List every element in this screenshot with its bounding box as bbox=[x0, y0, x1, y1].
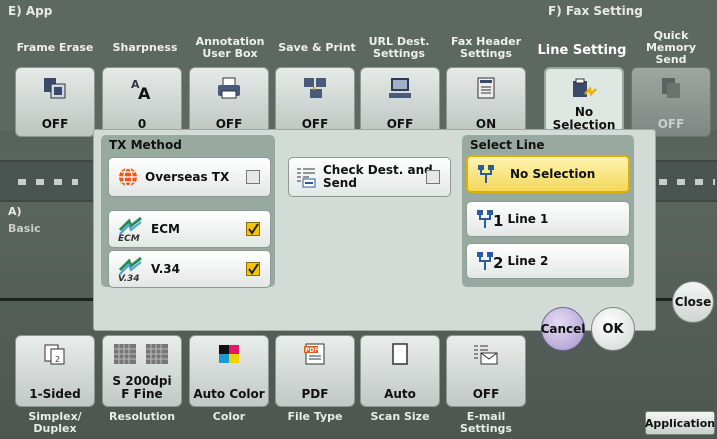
sharpness-icon: AA bbox=[128, 74, 156, 102]
file-type-value: PDF bbox=[301, 387, 329, 401]
check-dest-send-button[interactable]: Check Dest. and Send bbox=[288, 157, 451, 197]
quick-memory-value: OFF bbox=[657, 117, 685, 131]
line-2-subscript: 2 bbox=[493, 254, 504, 272]
line-icon bbox=[476, 163, 496, 185]
globe-icon bbox=[117, 166, 139, 188]
scan-size-button[interactable]: Auto bbox=[360, 335, 440, 407]
v34-label: V.34 bbox=[151, 262, 180, 276]
v34-checkbox[interactable] bbox=[246, 262, 260, 276]
select-line-label: Select Line bbox=[470, 138, 545, 152]
check-dest-label: Check Dest. and Send bbox=[323, 163, 433, 190]
frame-erase-icon bbox=[41, 74, 69, 102]
annotation-user-box-button[interactable]: OFF bbox=[189, 67, 269, 137]
tx-method-label: TX Method bbox=[109, 138, 182, 152]
tab-fax-header-label: Fax Header Settings bbox=[450, 35, 522, 60]
overseas-tx-label: Overseas TX bbox=[145, 170, 230, 184]
scan-size-icon bbox=[387, 342, 413, 370]
simplex-duplex-label: Simplex/ Duplex bbox=[28, 410, 82, 435]
resolution-label: Resolution bbox=[108, 410, 176, 423]
color-button[interactable]: Auto Color bbox=[189, 335, 269, 407]
fax-line-icon bbox=[570, 75, 598, 103]
ok-button[interactable]: OK bbox=[591, 307, 635, 351]
svg-text:A: A bbox=[138, 84, 151, 100]
cancel-button[interactable]: Cancel bbox=[541, 307, 585, 351]
tab-annotation-label: Annotation User Box bbox=[195, 35, 265, 60]
overseas-tx-button[interactable]: Overseas TX bbox=[108, 157, 271, 197]
svg-text:PDF: PDF bbox=[305, 347, 318, 354]
section-app-label: E) App bbox=[8, 4, 53, 18]
file-type-button[interactable]: PDF PDF bbox=[275, 335, 355, 407]
simplex-duplex-button[interactable]: 2 1-Sided bbox=[15, 335, 95, 407]
memory-send-icon bbox=[657, 74, 685, 102]
quick-memory-send-button[interactable]: OFF bbox=[631, 67, 711, 137]
file-type-label: File Type bbox=[287, 410, 343, 423]
line2-button[interactable]: 2 Line 2 bbox=[466, 243, 630, 279]
line1-label: Line 1 bbox=[507, 212, 549, 226]
v34-icon: V.34 bbox=[117, 256, 145, 282]
ecm-button[interactable]: ECM ECM bbox=[108, 210, 271, 248]
email-value: OFF bbox=[472, 387, 500, 401]
url-dest-settings-button[interactable]: OFF bbox=[360, 67, 440, 137]
line-1-icon: 1 bbox=[475, 208, 503, 230]
overseas-tx-checkbox[interactable] bbox=[246, 170, 260, 184]
v34-button[interactable]: V.34 V.34 bbox=[108, 250, 271, 288]
resolution-value: S 200dpi F Fine bbox=[112, 374, 172, 401]
close-button[interactable]: Close bbox=[672, 281, 714, 323]
tab-save-print-label: Save & Print bbox=[278, 41, 356, 54]
section-basic-label: Basic bbox=[8, 222, 41, 235]
sharpness-button[interactable]: AA 0 bbox=[102, 67, 182, 137]
tab-quick-memory-label: Quick Memory Send bbox=[645, 29, 697, 66]
ecm-checkbox[interactable] bbox=[246, 222, 260, 236]
tab-url-dest-label: URL Dest. Settings bbox=[368, 35, 430, 60]
application-button[interactable]: Application bbox=[645, 411, 715, 435]
document-icon bbox=[472, 74, 500, 102]
simplex-duplex-icon: 2 bbox=[42, 342, 68, 370]
stripe-dots bbox=[18, 179, 78, 185]
save-print-button[interactable]: OFF bbox=[275, 67, 355, 137]
line-1-subscript: 1 bbox=[493, 212, 504, 230]
simplex-value: 1-Sided bbox=[29, 387, 81, 401]
check-dest-checkbox[interactable] bbox=[426, 170, 440, 184]
fax-header-settings-button[interactable]: ON bbox=[446, 67, 526, 137]
stripe-dots-right bbox=[659, 179, 715, 185]
tab-line-setting-label: Line Setting bbox=[537, 43, 627, 58]
tab-frame-erase-label: Frame Erase bbox=[16, 41, 94, 54]
email-icon bbox=[472, 342, 500, 370]
ecm-icon: ECM bbox=[117, 216, 145, 242]
check-dest-icon bbox=[295, 165, 317, 189]
pdf-icon: PDF bbox=[302, 342, 328, 370]
save-print-icon bbox=[301, 74, 329, 102]
color-label: Color bbox=[212, 410, 246, 423]
email-settings-label: E-mail Settings bbox=[460, 410, 512, 435]
resolution-icon bbox=[112, 342, 172, 370]
basic-stripe bbox=[0, 160, 95, 202]
computer-icon bbox=[386, 74, 414, 102]
no-selection-button[interactable]: No Selection bbox=[466, 155, 630, 193]
color-icon bbox=[216, 342, 242, 370]
no-selection-label: No Selection bbox=[510, 167, 596, 181]
section-fax-label: F) Fax Setting bbox=[548, 4, 643, 18]
ecm-label: ECM bbox=[151, 222, 180, 236]
printer-icon bbox=[215, 74, 243, 102]
resolution-button[interactable]: S 200dpi F Fine bbox=[102, 335, 182, 407]
color-value: Auto Color bbox=[193, 387, 265, 401]
svg-text:ECM: ECM bbox=[118, 234, 140, 242]
divider-left bbox=[0, 298, 93, 301]
svg-text:V.34: V.34 bbox=[118, 274, 140, 282]
scan-size-label: Scan Size bbox=[370, 410, 430, 423]
line1-button[interactable]: 1 Line 1 bbox=[466, 201, 630, 237]
line-2-icon: 2 bbox=[475, 250, 503, 272]
line2-label: Line 2 bbox=[507, 254, 549, 268]
frame-erase-value: OFF bbox=[41, 117, 69, 131]
frame-erase-button[interactable]: OFF bbox=[15, 67, 95, 137]
section-basic-prefix: A) bbox=[8, 205, 22, 218]
email-settings-button[interactable]: OFF bbox=[446, 335, 526, 407]
tab-sharpness-label: Sharpness bbox=[112, 41, 178, 54]
svg-text:2: 2 bbox=[55, 355, 60, 364]
scan-size-value: Auto bbox=[384, 387, 416, 401]
right-stripe bbox=[655, 160, 717, 202]
